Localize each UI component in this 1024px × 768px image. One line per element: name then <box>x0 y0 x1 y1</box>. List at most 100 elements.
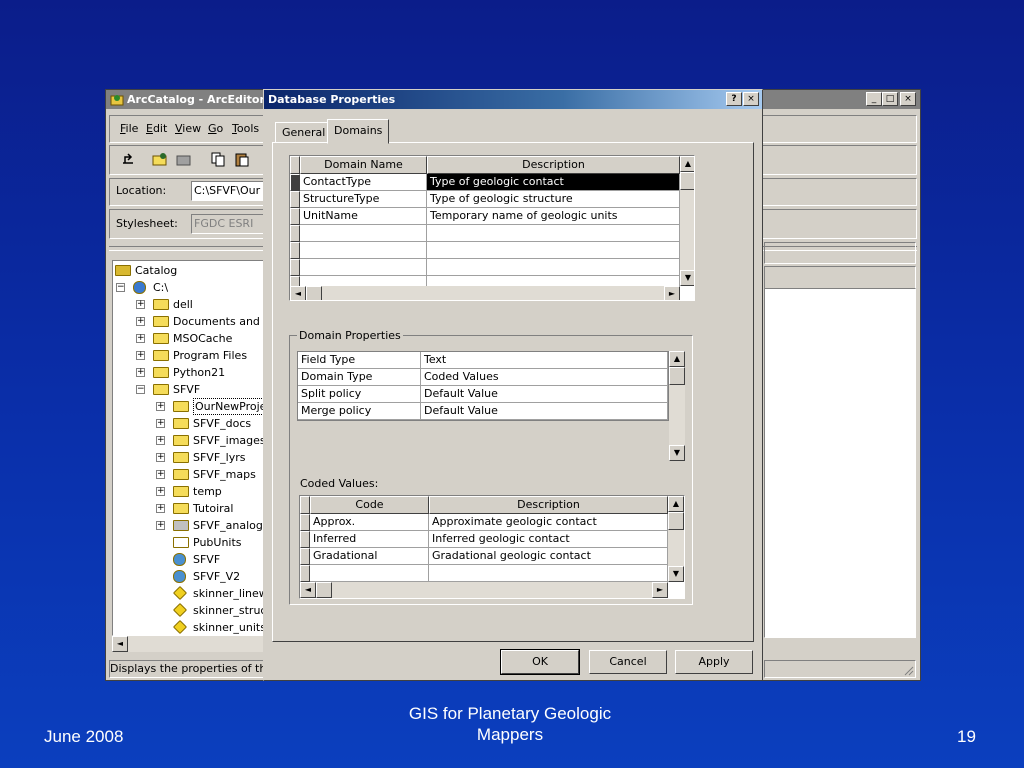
tree-item[interactable]: + Program Files <box>136 347 263 364</box>
domains-row-header[interactable] <box>290 191 300 208</box>
coded-scroll-down-button[interactable]: ▼ <box>668 566 684 582</box>
domain-description-cell[interactable] <box>427 225 680 242</box>
ok-button[interactable]: OK <box>500 649 580 675</box>
tree-expander-icon[interactable]: + <box>156 402 165 411</box>
tree-expander-icon[interactable]: + <box>136 317 145 326</box>
tree-item[interactable]: SFVF <box>173 551 263 568</box>
domains-col-name[interactable]: Domain Name <box>300 156 427 174</box>
domains-row-header[interactable] <box>290 208 300 225</box>
domain-description-cell[interactable]: Type of geologic contact <box>427 174 680 191</box>
domain-description-cell[interactable] <box>427 259 680 276</box>
tree-item[interactable]: + dell <box>136 296 263 313</box>
tree-expander-icon[interactable]: + <box>136 300 145 309</box>
coded-row-header[interactable] <box>300 531 310 548</box>
location-input[interactable]: C:\SFVF\Our <box>191 181 266 201</box>
domain-properties-grid[interactable]: Field Type Text Domain Type Coded Values Spl… <box>297 351 687 463</box>
menu-go[interactable]: Go <box>208 122 223 135</box>
tree-item[interactable]: Catalog <box>115 262 263 279</box>
code-description-cell[interactable]: Gradational geologic contact <box>429 548 668 565</box>
domains-row-header[interactable] <box>290 242 300 259</box>
coded-row-header[interactable] <box>300 548 310 565</box>
properties-scroll-thumb[interactable] <box>669 367 685 385</box>
tree-item[interactable]: + SFVF_maps <box>156 466 263 483</box>
domains-scroll-thumb[interactable] <box>680 172 694 190</box>
tree-item[interactable]: SFVF_V2 <box>173 568 263 585</box>
code-cell[interactable]: Gradational <box>310 548 429 565</box>
domain-name-cell[interactable] <box>300 225 427 242</box>
tree-item[interactable]: + SFVF_lyrs <box>156 449 263 466</box>
tree-expander-icon[interactable]: + <box>156 470 165 479</box>
tree-expander-icon[interactable]: + <box>156 504 165 513</box>
tree-scroll-left-button[interactable]: ◄ <box>112 636 128 652</box>
code-description-cell[interactable]: Approximate geologic contact <box>429 514 668 531</box>
menu-view[interactable]: View <box>175 122 201 135</box>
domain-description-cell[interactable]: Type of geologic structure <box>427 191 680 208</box>
domains-hscrollbar[interactable]: ◄ ► <box>290 286 680 300</box>
property-value-cell[interactable]: Default Value <box>421 386 668 403</box>
cancel-button[interactable]: Cancel <box>589 650 667 674</box>
maximize-button[interactable]: □ <box>882 92 898 106</box>
apply-button[interactable]: Apply <box>675 650 753 674</box>
domains-hscroll-thumb[interactable] <box>306 286 322 300</box>
arccatalog-close-button[interactable]: × <box>900 92 916 106</box>
tree-item[interactable]: + temp <box>156 483 263 500</box>
domain-name-cell[interactable]: ContactType <box>300 174 427 191</box>
copy-icon[interactable] <box>210 151 226 167</box>
menu-tools[interactable]: Tools <box>232 122 259 135</box>
domains-row-header[interactable] <box>290 259 300 276</box>
up-one-level-icon[interactable] <box>120 151 136 167</box>
tree-hscrollbar[interactable]: ◄ <box>112 636 266 652</box>
code-description-cell[interactable]: Inferred geologic contact <box>429 531 668 548</box>
stylesheet-dropdown[interactable]: FGDC ESRI <box>191 214 266 234</box>
tree-expander-icon[interactable]: + <box>156 453 165 462</box>
domains-scroll-up-button[interactable]: ▲ <box>680 156 694 172</box>
menu-edit[interactable]: Edit <box>146 122 167 135</box>
coded-hscroll-thumb[interactable] <box>316 582 332 598</box>
tree-expander-icon[interactable]: − <box>136 385 145 394</box>
domain-description-cell[interactable] <box>427 242 680 259</box>
tree-item[interactable]: skinner_units <box>172 619 265 635</box>
tree-expander-icon[interactable]: + <box>136 334 145 343</box>
tree-item[interactable]: skinner_struc <box>172 602 265 619</box>
tree-expander-icon[interactable]: + <box>156 419 165 428</box>
tree-expander-icon[interactable]: + <box>136 368 145 377</box>
tree-item[interactable]: + Tutoiral <box>156 500 263 517</box>
tree-item[interactable]: + OurNewProje <box>156 398 265 415</box>
property-value-cell[interactable]: Text <box>421 352 668 369</box>
coded-values-grid[interactable]: Code Description Approx. Approximate geol… <box>299 495 685 599</box>
property-value-cell[interactable]: Coded Values <box>421 369 668 386</box>
tab-general[interactable]: General <box>275 122 333 143</box>
tree-item[interactable]: + SFVF_images <box>156 432 265 449</box>
paste-icon[interactable] <box>234 151 250 167</box>
code-description-cell[interactable] <box>429 565 668 582</box>
properties-table[interactable]: Field Type Text Domain Type Coded Values Spl… <box>297 351 669 421</box>
code-cell[interactable]: Approx. <box>310 514 429 531</box>
dialog-close-button[interactable]: × <box>743 92 759 106</box>
domain-name-cell[interactable]: UnitName <box>300 208 427 225</box>
property-value-cell[interactable]: Default Value <box>421 403 668 420</box>
tab-domains[interactable]: Domains <box>327 119 390 144</box>
domain-description-cell[interactable]: Temporary name of geologic units <box>427 208 680 225</box>
coded-row-header[interactable] <box>300 514 310 531</box>
code-cell[interactable]: Inferred <box>310 531 429 548</box>
code-cell[interactable] <box>310 565 429 582</box>
resize-grip-icon[interactable] <box>902 664 914 676</box>
tree-expander-icon[interactable]: + <box>136 351 145 360</box>
tree-expander-icon[interactable]: + <box>156 521 165 530</box>
coded-hscrollbar[interactable]: ◄ ► <box>300 582 668 598</box>
domains-vscrollbar[interactable]: ▲ ▼ <box>680 156 694 286</box>
domain-name-cell[interactable] <box>300 242 427 259</box>
coded-col-description[interactable]: Description <box>429 496 668 514</box>
properties-vscrollbar[interactable]: ▲ ▼ <box>669 351 685 461</box>
coded-scroll-thumb[interactable] <box>668 512 684 530</box>
coded-row-header[interactable] <box>300 565 310 582</box>
tree-item[interactable]: + SFVF_analog <box>156 517 263 534</box>
tree-item[interactable]: − SFVF <box>136 381 263 398</box>
domain-name-cell[interactable] <box>300 259 427 276</box>
tree-item[interactable]: skinner_linew <box>172 585 265 602</box>
properties-scroll-up-button[interactable]: ▲ <box>669 351 685 367</box>
domains-scroll-down-button[interactable]: ▼ <box>680 270 694 286</box>
domains-scroll-left-button[interactable]: ◄ <box>290 286 306 300</box>
tree-item[interactable]: PubUnits <box>173 534 263 551</box>
coded-vscrollbar[interactable]: ▲ ▼ <box>668 496 684 582</box>
